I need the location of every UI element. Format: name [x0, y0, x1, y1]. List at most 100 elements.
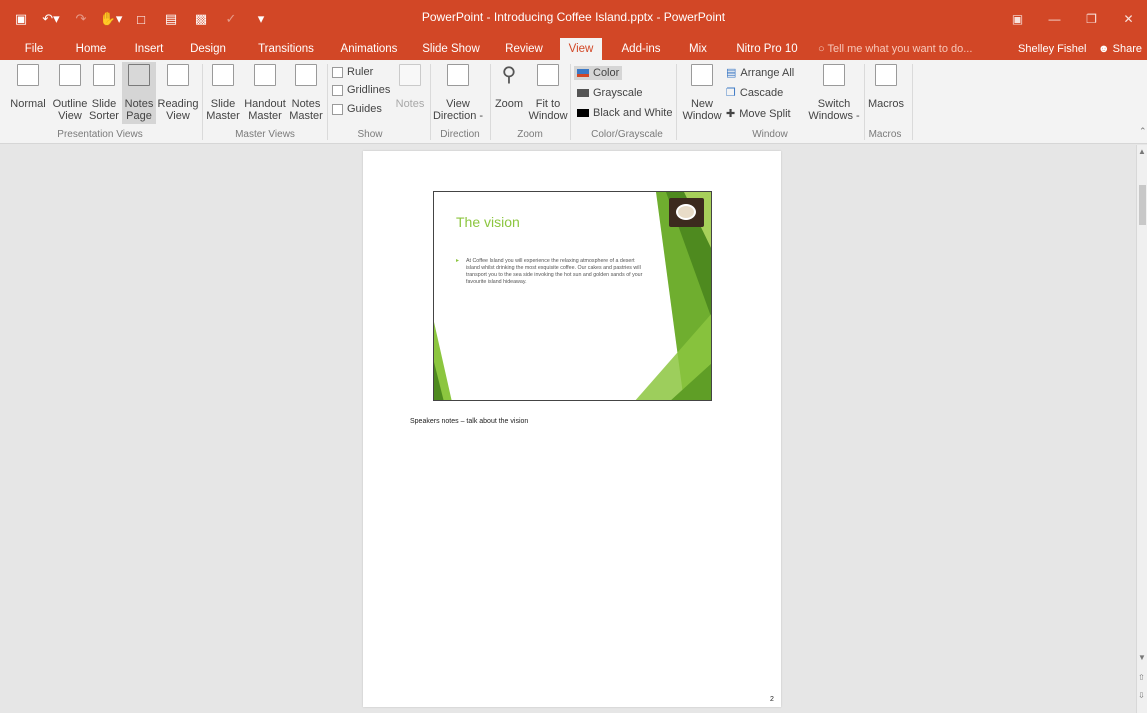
group-separator [676, 64, 677, 140]
tab-review[interactable]: Review [497, 38, 551, 60]
tab-slide-show[interactable]: Slide Show [416, 38, 486, 60]
tell-me-text: Tell me what you want to do... [827, 43, 973, 55]
slide-title: The vision [456, 214, 520, 230]
fit-to-window-button[interactable]: Fit to Window [527, 64, 569, 122]
switch-windows-label-1: Switch [817, 98, 851, 110]
view-direction-button[interactable]: View Direction - [430, 64, 486, 122]
notes-page-button[interactable]: Notes Page [122, 62, 156, 124]
customize-icon[interactable]: ▾ [246, 8, 276, 30]
macros-button[interactable]: Macros [864, 64, 908, 110]
share-label: Share [1112, 43, 1142, 55]
color-button[interactable]: Color [574, 66, 623, 80]
ribbon-tabs: File Home Insert Design Transitions Anim… [0, 38, 1147, 60]
redo-icon[interactable]: ↷ [66, 8, 96, 30]
black-white-button[interactable]: Black and White [577, 107, 672, 119]
group-master-views: Master Views [235, 129, 295, 140]
zoom-label: Zoom [494, 98, 524, 110]
slide-body-text: At Coffee Island you will experience the… [466, 258, 643, 285]
tab-home[interactable]: Home [68, 38, 114, 60]
new-window-label-1: New [690, 98, 713, 110]
tab-nitro[interactable]: Nitro Pro 10 [728, 38, 806, 60]
handout-master-label-2: Master [248, 110, 282, 122]
fit-to-window-icon [537, 64, 559, 86]
arrange-all-button[interactable]: ▤ Arrange All [726, 66, 794, 80]
tab-design[interactable]: Design [183, 38, 233, 60]
tab-file[interactable]: File [14, 38, 54, 60]
group-show: Show [357, 129, 383, 140]
speaker-notes[interactable]: Speakers notes – talk about the vision [410, 418, 528, 425]
move-split-button[interactable]: ✚ Move Split [726, 107, 791, 121]
tab-animations[interactable]: Animations [332, 38, 406, 60]
slide-master-button[interactable]: Slide Master [203, 64, 243, 122]
gridlines-checkbox[interactable]: Gridlines [332, 84, 390, 96]
next-page-icon[interactable]: ⇩ [1138, 691, 1145, 700]
ribbon-display-icon[interactable]: ▣ [999, 0, 1036, 38]
slide-thumbnail[interactable]: The vision ▸ At Coffee Island you will e… [433, 191, 712, 401]
close-icon[interactable]: ✕ [1110, 0, 1147, 38]
move-split-icon: ✚ [726, 108, 736, 120]
zoom-button[interactable]: ⚲ Zoom [491, 64, 527, 110]
black-white-swatch-icon [577, 109, 589, 117]
checkbox-icon [332, 84, 343, 96]
user-name[interactable]: Shelley Fishel [1018, 38, 1086, 60]
handout-master-button[interactable]: Handout Master [241, 64, 289, 122]
notes-toggle-button[interactable]: Notes [393, 64, 427, 110]
fit-to-window-label-1: Fit to [535, 98, 561, 110]
notes-master-button[interactable]: Notes Master [287, 64, 325, 122]
notes-master-label-1: Notes [291, 98, 321, 110]
undo-icon[interactable]: ↶▾ [36, 8, 66, 30]
lightbulb-icon: ○ [818, 43, 828, 55]
quick-access-toolbar: ▣ ↶▾ ↷ ✋▾ □ ▤ ▩ ✓ ▾ [6, 8, 276, 30]
share-button[interactable]: ☻ Share [1098, 38, 1142, 60]
ruler-checkbox[interactable]: Ruler [332, 66, 373, 78]
group-direction: Direction [440, 129, 480, 140]
scroll-thumb[interactable] [1139, 185, 1146, 225]
cascade-button[interactable]: ❐ Cascade [726, 86, 783, 100]
slide-sorter-label-1: Slide [91, 98, 117, 110]
previous-page-icon[interactable]: ⇧ [1138, 673, 1145, 682]
tab-mix[interactable]: Mix [680, 38, 716, 60]
scroll-up-icon[interactable]: ▲ [1138, 147, 1146, 156]
person-icon: ☻ [1098, 43, 1113, 55]
tab-transitions[interactable]: Transitions [248, 38, 324, 60]
view-direction-label-1: View [446, 98, 470, 110]
group-separator [912, 64, 913, 140]
collapse-ribbon-icon[interactable]: ⌃ [1139, 126, 1147, 137]
normal-view-button[interactable]: Normal [8, 64, 48, 110]
title-bar: ▣ ↶▾ ↷ ✋▾ □ ▤ ▩ ✓ ▾ PowerPoint - Introdu… [0, 0, 1147, 38]
notes-page-label-1: Notes [124, 98, 154, 110]
fit-to-window-label-2: Window [528, 110, 568, 122]
cascade-icon: ❐ [726, 87, 736, 99]
reading-view-button[interactable]: Reading View [157, 64, 199, 122]
tab-add-ins[interactable]: Add-ins [614, 38, 668, 60]
tab-insert[interactable]: Insert [124, 38, 174, 60]
restore-icon[interactable]: ❐ [1073, 0, 1110, 38]
notes-master-icon [295, 64, 317, 86]
spelling-icon[interactable]: ✓ [216, 8, 246, 30]
view-direction-label-2: Direction - [432, 110, 484, 122]
new-icon[interactable]: □ [126, 8, 156, 30]
tab-view[interactable]: View [560, 38, 602, 60]
slide-master-label-1: Slide [210, 98, 236, 110]
direction-icon [447, 64, 469, 86]
picture-icon[interactable]: ▩ [186, 8, 216, 30]
new-window-button[interactable]: New Window [680, 64, 724, 122]
notes-page-label-2: Page [126, 110, 152, 122]
vertical-scrollbar[interactable]: ▲ ▼ ⇧ ⇩ [1136, 145, 1147, 713]
open-icon[interactable]: ▤ [156, 8, 186, 30]
save-icon[interactable]: ▣ [6, 8, 36, 30]
slide-body: ▸ At Coffee Island you will experience t… [456, 258, 646, 286]
minimize-icon[interactable]: — [1036, 0, 1073, 38]
handout-master-label-1: Handout [244, 98, 286, 110]
switch-windows-button[interactable]: Switch Windows - [804, 64, 864, 122]
slide-sorter-button[interactable]: Slide Sorter [86, 64, 122, 122]
grayscale-button[interactable]: Grayscale [577, 87, 643, 99]
outline-view-button[interactable]: Outline View [50, 64, 90, 122]
group-zoom: Zoom [517, 129, 543, 140]
macros-label: Macros [867, 98, 905, 110]
scroll-down-icon[interactable]: ▼ [1138, 653, 1146, 662]
move-split-label: Move Split [739, 107, 791, 120]
touch-mode-icon[interactable]: ✋▾ [96, 8, 126, 30]
guides-checkbox[interactable]: Guides [332, 103, 382, 115]
tell-me-box[interactable]: ○ Tell me what you want to do... [818, 38, 972, 60]
